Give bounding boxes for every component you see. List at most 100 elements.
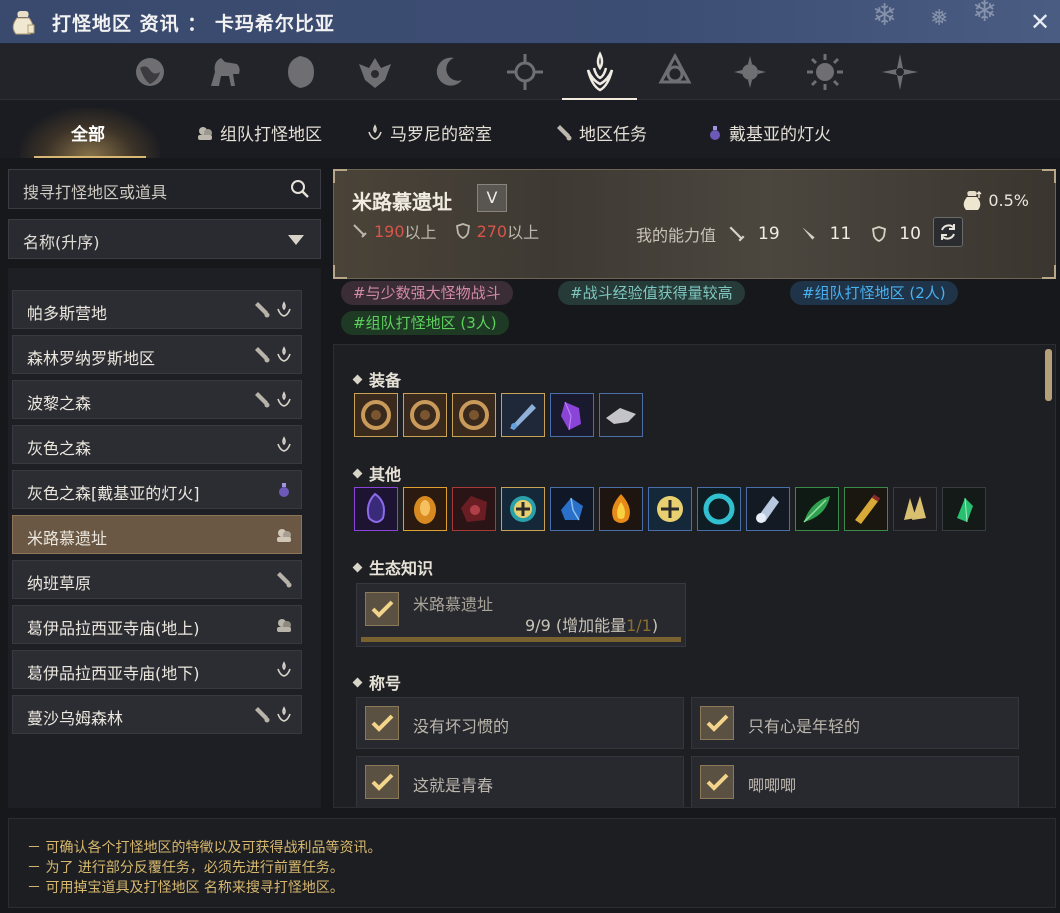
checkmark-badge	[700, 706, 734, 740]
section-others-heading: 其他	[352, 461, 401, 485]
search-placeholder: 搜寻打怪地区或道具	[23, 183, 168, 202]
item-slot[interactable]	[648, 487, 692, 531]
title-name: 只有心是年轻的	[748, 717, 861, 736]
sort-dropdown[interactable]: 名称(升序)	[8, 219, 321, 259]
diamond-bullet-icon	[352, 374, 363, 384]
item-slot[interactable]	[354, 393, 398, 437]
zone-tag: #战斗经验值获得量较高	[558, 281, 745, 305]
spiral-sun-icon[interactable]	[728, 50, 772, 94]
armor-shard-icon	[600, 394, 642, 436]
checkmark-badge	[700, 765, 734, 799]
item-slot[interactable]	[844, 487, 888, 531]
item-slot[interactable]	[599, 487, 643, 531]
tab-quest-label: 地区任务	[579, 125, 647, 145]
item-slot[interactable]	[550, 393, 594, 437]
zone-list-item[interactable]: 森林罗纳罗斯地区	[12, 335, 302, 374]
item-slot[interactable]	[795, 487, 839, 531]
search-input[interactable]: 搜寻打怪地区或道具	[8, 169, 321, 209]
eco-progress-count: 9/9	[525, 616, 551, 635]
snowflake-decoration-icon: ❅	[930, 6, 949, 31]
item-slot[interactable]	[403, 487, 447, 531]
item-slot[interactable]	[746, 487, 790, 531]
item-slot[interactable]	[893, 487, 937, 531]
zone-detail-panel: 装备 其他 生态知识 米路慕遗址 9/9 (增加能量1/1) 称号 没有坏习惯的…	[333, 344, 1056, 808]
tab-manoni-label: 马罗尼的密室	[390, 125, 492, 145]
triquetra-icon[interactable]	[653, 50, 697, 94]
refresh-icon	[940, 224, 955, 240]
my-ap: 19	[758, 224, 780, 244]
banner-corner-decoration	[1042, 265, 1056, 279]
zone-list-item[interactable]: 灰色之森[戴基亚的灯火]	[12, 470, 302, 509]
tab-manoni[interactable]: 马罗尼的密室	[366, 120, 492, 145]
required-dp-suffix: 以上	[507, 223, 540, 242]
checkmark-badge	[365, 765, 399, 799]
eco-knowledge-progress: 9/9 (增加能量1/1)	[525, 612, 658, 636]
dagger-icon	[502, 394, 544, 436]
title-card[interactable]: 这就是青春	[356, 756, 684, 807]
crest-icon[interactable]	[353, 50, 397, 94]
required-dp: 270	[476, 221, 508, 241]
flame-emblem-icon	[368, 123, 382, 140]
tab-quest[interactable]: 地区任务	[555, 120, 647, 145]
gold-cross-orb-icon	[649, 488, 691, 530]
zone-title: 米路慕遗址	[352, 190, 452, 214]
zone-list-item[interactable]: 纳班草原	[12, 560, 302, 599]
zone-name: 波黎之森	[27, 394, 92, 413]
item-slot[interactable]	[403, 393, 447, 437]
item-slot[interactable]	[697, 487, 741, 531]
party-icon	[198, 126, 212, 140]
eco-knowledge-card[interactable]: 米路慕遗址 9/9 (增加能量1/1)	[356, 583, 686, 647]
sort-label: 名称(升序)	[23, 233, 100, 252]
zone-list-item[interactable]: 波黎之森	[12, 380, 302, 419]
tab-all[interactable]: 全部	[71, 120, 105, 145]
item-slot[interactable]	[452, 393, 496, 437]
globe-icon[interactable]	[128, 50, 172, 94]
zone-list-item-selected[interactable]: 米路慕遗址	[12, 515, 302, 554]
item-slot[interactable]	[354, 487, 398, 531]
purple-stone-icon	[355, 488, 397, 530]
item-slot[interactable]	[501, 487, 545, 531]
moon-icon[interactable]	[428, 50, 472, 94]
tab-party[interactable]: 组队打怪地区	[196, 120, 322, 145]
item-slot[interactable]	[501, 393, 545, 437]
title-card[interactable]: 只有心是年轻的	[691, 697, 1019, 749]
scrollbar-thumb[interactable]	[1045, 349, 1052, 401]
eco-knowledge-name: 米路慕遗址	[413, 595, 494, 614]
close-button[interactable]: ✕	[1026, 8, 1054, 36]
bracelet-icon	[355, 394, 397, 436]
zone-list-item[interactable]: 灰色之森	[12, 425, 302, 464]
zone-list-item[interactable]: 葛伊品拉西亚寺庙(地上)	[12, 605, 302, 644]
snowflake-decoration-icon: ❄	[872, 0, 898, 33]
item-slot[interactable]	[942, 487, 986, 531]
sun-icon[interactable]	[803, 50, 847, 94]
item-slot[interactable]	[452, 487, 496, 531]
zone-tag: #组队打怪地区 (3人)	[341, 311, 509, 335]
compass-star-icon[interactable]	[878, 50, 922, 94]
zone-list: 帕多斯营地 森林罗纳罗斯地区 波黎之森 灰色之森 灰色之森[戴基亚的灯火] 米路…	[8, 268, 321, 808]
lion-icon[interactable]	[278, 50, 322, 94]
zone-name: 葛伊品拉西亚寺庙(地下)	[27, 664, 200, 683]
orb-icon[interactable]	[503, 50, 547, 94]
item-slot[interactable]	[599, 393, 643, 437]
zone-list-item[interactable]: 葛伊品拉西亚寺庙(地下)	[12, 650, 302, 689]
section-eco-heading: 生态知识	[352, 555, 433, 579]
title-card[interactable]: 没有坏习惯的	[356, 697, 684, 749]
zone-list-item[interactable]: 蔓沙乌姆森林	[12, 695, 302, 734]
chevron-down-icon: V	[486, 188, 498, 207]
zone-name: 纳班草原	[27, 574, 92, 593]
flame-emblem-icon	[277, 346, 291, 362]
zone-select-dropdown[interactable]: V	[477, 184, 507, 212]
zone-tag: #组队打怪地区 (2人)	[790, 281, 958, 305]
flame-emblem-icon	[277, 661, 291, 677]
title-card[interactable]: 唧唧唧	[691, 756, 1019, 807]
zone-list-item[interactable]: 帕多斯营地	[12, 290, 302, 329]
refresh-button[interactable]	[932, 217, 963, 247]
required-ap-suffix: 以上	[404, 223, 437, 242]
flame-emblem-icon[interactable]	[578, 50, 622, 94]
party-icon	[277, 529, 291, 542]
tab-dekia[interactable]: 戴基亚的灯火	[707, 120, 831, 145]
horse-icon[interactable]	[203, 50, 247, 94]
yellow-crystal-icon	[894, 488, 936, 530]
check-icon	[371, 773, 394, 791]
item-slot[interactable]	[550, 487, 594, 531]
